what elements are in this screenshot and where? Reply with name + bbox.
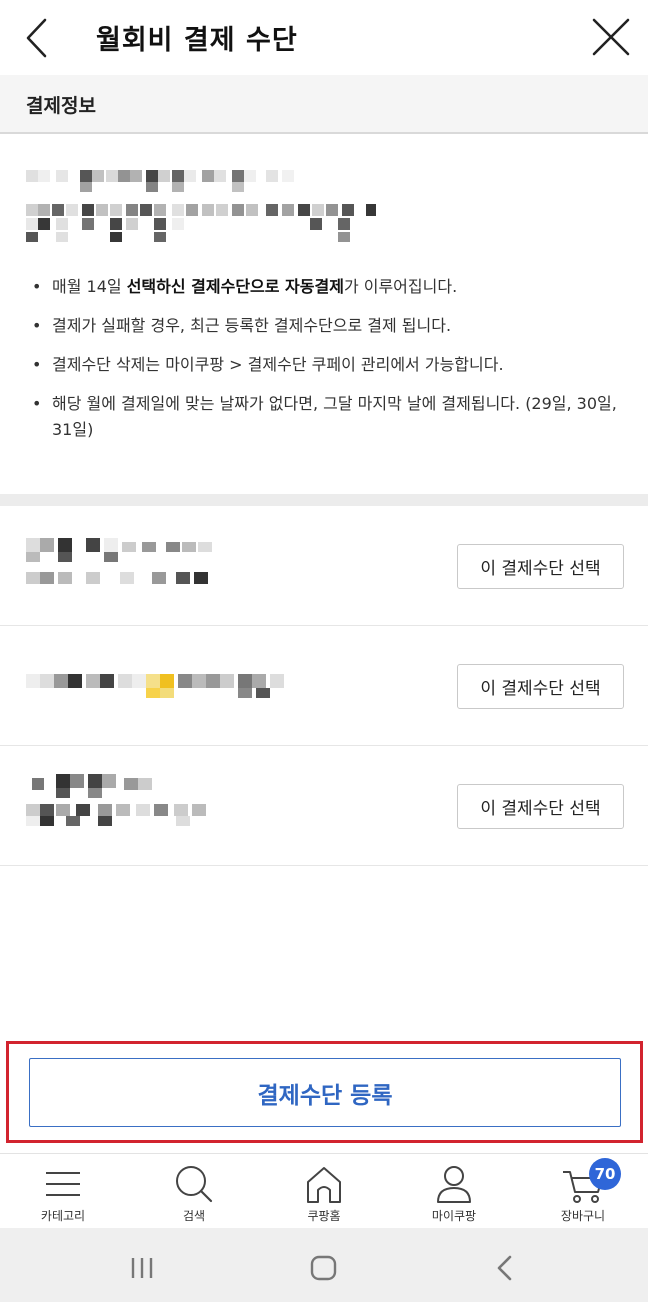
- search-icon: [176, 1166, 213, 1203]
- payment-method-row: 이 결제수단 선택: [0, 746, 648, 866]
- user-icon: [437, 1166, 471, 1203]
- section-header: 결제정보: [0, 75, 648, 134]
- top-app-bar: 월회비 결제 수단: [0, 0, 648, 75]
- tab-label: 검색: [182, 1209, 206, 1223]
- page-title: 월회비 결제 수단: [96, 25, 298, 56]
- tab-label: 쿠팡홈: [307, 1209, 341, 1223]
- tab-category[interactable]: 카테고리: [8, 1154, 118, 1229]
- note-item: 매월 14일 선택하신 결제수단으로 자동결제가 이루어집니다.: [28, 274, 628, 300]
- section-title: 결제정보: [26, 95, 96, 117]
- highlight-box: 결제수단 등록: [6, 1041, 643, 1143]
- select-method-button[interactable]: 이 결제수단 선택: [457, 784, 624, 829]
- tab-label: 마이쿠팡: [431, 1209, 477, 1223]
- back-icon[interactable]: [493, 1254, 517, 1282]
- close-icon: [592, 18, 630, 56]
- payment-info-block: 매월 14일 선택하신 결제수단으로 자동결제가 이루어집니다. 결제가 실패할…: [0, 136, 648, 494]
- redacted-payment-info: [26, 170, 376, 242]
- payment-method-row: 이 결제수단 선택: [0, 506, 648, 626]
- cart-count-badge: 70: [589, 1158, 621, 1190]
- note-item: 해당 월에 결제일에 맞는 날짜가 없다면, 그달 마지막 날에 결제됩니다. …: [28, 391, 628, 443]
- system-navigation-bar: [0, 1228, 648, 1302]
- recent-apps-icon[interactable]: [128, 1255, 158, 1281]
- redacted-method-info: [26, 538, 212, 584]
- register-payment-method-button[interactable]: 결제수단 등록: [29, 1058, 621, 1127]
- payment-notes-list: 매월 14일 선택하신 결제수단으로 자동결제가 이루어집니다. 결제가 실패할…: [28, 274, 628, 456]
- back-button[interactable]: [18, 16, 58, 60]
- chevron-left-icon: [26, 18, 47, 58]
- tab-my-coupang[interactable]: 마이쿠팡: [399, 1154, 509, 1229]
- tab-label: 장바구니: [560, 1209, 606, 1223]
- redacted-method-info: [26, 674, 284, 698]
- tab-cart[interactable]: 장바구니: [528, 1154, 638, 1229]
- section-divider: [0, 494, 648, 506]
- close-button[interactable]: [588, 14, 634, 60]
- note-item: 결제가 실패할 경우, 최근 등록한 결제수단으로 결제 됩니다.: [28, 313, 628, 339]
- home-icon: [307, 1167, 341, 1203]
- home-button-icon[interactable]: [309, 1254, 339, 1282]
- tab-search[interactable]: 검색: [139, 1154, 249, 1229]
- select-method-button[interactable]: 이 결제수단 선택: [457, 664, 624, 709]
- tab-home[interactable]: 쿠팡홈: [269, 1154, 379, 1229]
- menu-icon: [46, 1172, 80, 1196]
- bottom-tab-bar: 카테고리 검색 쿠팡홈 마이쿠팡 장바구니: [0, 1153, 648, 1228]
- payment-method-row: 이 결제수단 선택: [0, 626, 648, 746]
- tab-label: 카테고리: [40, 1209, 86, 1223]
- note-item: 결제수단 삭제는 마이쿠팡 > 결제수단 쿠페이 관리에서 가능합니다.: [28, 352, 628, 378]
- redacted-method-info: [26, 774, 206, 826]
- select-method-button[interactable]: 이 결제수단 선택: [457, 544, 624, 589]
